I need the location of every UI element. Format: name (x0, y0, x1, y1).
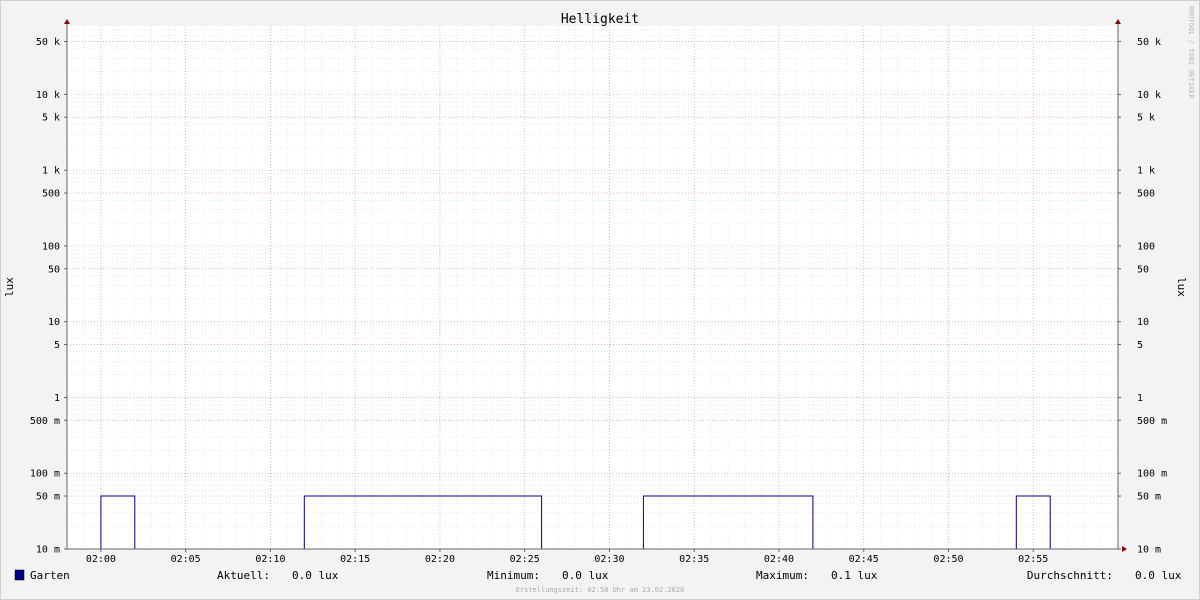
x-tick-label: 02:35 (679, 554, 709, 565)
y-tick-label-right: 500 (1137, 188, 1155, 199)
legend-average-value: 0.0 lux (1135, 569, 1182, 582)
y-tick-label-left: 5 k (42, 113, 60, 124)
y-tick-label-left: 1 (54, 393, 60, 404)
y-tick-label-left: 100 m (30, 469, 60, 480)
x-tick-label: 02:30 (594, 554, 624, 565)
y-tick-label-right: 50 m (1137, 492, 1161, 503)
legend-minimum-label: Minimum: (487, 569, 540, 582)
footer-timestamp: Erstellungszeit: 02:58 Uhr am 23.02.2026 (516, 586, 685, 594)
legend-series-name: Garten (30, 569, 70, 582)
y-tick-label-left: 50 (48, 264, 60, 275)
y-axis-right-arrow (1115, 19, 1121, 24)
y-tick-label-left: 50 k (36, 37, 60, 48)
y-tick-label-right: 10 m (1137, 545, 1161, 556)
y-tick-label-left: 500 (42, 188, 60, 199)
y-axis-label-left: lux (3, 277, 16, 297)
y-tick-label-left: 10 m (36, 545, 60, 556)
chart-svg: 02:00 02:05 02:10 02:15 02:20 02:25 02:30 02:35… (3, 6, 1195, 594)
x-tick-label: 02:05 (171, 554, 201, 565)
y-tick-label-right: 50 (1137, 264, 1149, 275)
x-tick-label: 02:00 (86, 554, 116, 565)
x-tick-label: 02:45 (849, 554, 879, 565)
y-tick-label-right: 100 m (1137, 469, 1167, 480)
y-tick-label-right: 1 k (1137, 166, 1155, 177)
x-axis-arrow (1122, 546, 1127, 552)
y-tick-label-right: 100 (1137, 241, 1155, 252)
y-tick-label-right: 5 k (1137, 113, 1155, 124)
x-tick-label: 02:50 (933, 554, 963, 565)
legend-current-value: 0.0 lux (292, 569, 339, 582)
legend-average-label: Durchschnitt: (1027, 569, 1113, 582)
x-tick-label: 02:25 (510, 554, 540, 565)
y-tick-label-left: 500 m (30, 416, 60, 427)
legend-swatch (14, 569, 25, 581)
legend-maximum-label: Maximum: (756, 569, 809, 582)
y-tick-label-right: 500 m (1137, 416, 1167, 427)
legend-minimum-value: 0.0 lux (562, 569, 609, 582)
watermark: RRDTOOL / TOBI OETIKER (1187, 6, 1195, 100)
x-tick-label: 02:40 (764, 554, 794, 565)
chart-title: Helligkeit (561, 12, 639, 27)
y-tick-label-left: 5 (54, 340, 60, 351)
y-tick-label-left: 10 k (36, 90, 60, 101)
y-tick-label-right: 1 (1137, 393, 1143, 404)
y-tick-label-right: 50 k (1137, 37, 1161, 48)
y-tick-label-right: 5 (1137, 340, 1143, 351)
x-tick-label: 02:20 (425, 554, 455, 565)
y-tick-label-right: 10 k (1137, 90, 1161, 101)
y-axis-label-right: lux (1175, 277, 1188, 297)
y-tick-label-left: 50 m (36, 492, 60, 503)
y-axis-left-arrow (64, 19, 70, 24)
y-tick-label-left: 1 k (42, 166, 60, 177)
legend-maximum-value: 0.1 lux (831, 569, 878, 582)
x-tick-label: 02:15 (340, 554, 370, 565)
y-tick-label-right: 10 (1137, 317, 1149, 328)
x-tick-label: 02:10 (255, 554, 285, 565)
y-tick-label-left: 100 (42, 241, 60, 252)
legend-current-label: Aktuell: (217, 569, 270, 582)
x-tick-label: 02:55 (1018, 554, 1048, 565)
y-tick-label-left: 10 (48, 317, 60, 328)
